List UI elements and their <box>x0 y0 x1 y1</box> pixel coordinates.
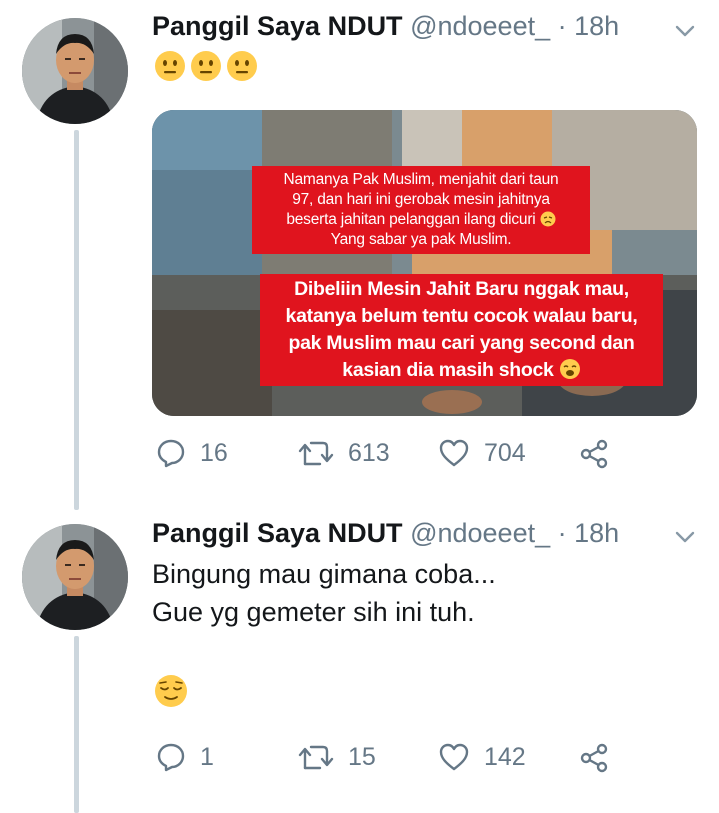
tweet-text-line: Bingung mau gimana coba... <box>152 559 496 589</box>
retweet-icon <box>298 441 334 466</box>
caption-line: katanya belum tentu cocok walau baru, <box>285 305 638 327</box>
reply-icon <box>157 743 185 772</box>
retweet-count: 613 <box>348 438 390 467</box>
avatar[interactable] <box>22 524 128 630</box>
heart-icon <box>439 439 469 467</box>
retweet-button[interactable]: 15 <box>298 742 376 772</box>
neutral-face-icon <box>191 51 221 81</box>
like-button[interactable]: 704 <box>438 438 526 468</box>
share-icon <box>580 743 608 773</box>
share-icon <box>580 439 608 469</box>
retweet-count: 15 <box>348 742 376 771</box>
caption-line: Namanya Pak Muslim, menjahit dari taun <box>283 171 559 188</box>
caption-line: Dibeliin Mesin Jahit Baru nggak mau, <box>294 278 629 300</box>
reply-icon <box>157 439 185 468</box>
tweet-image[interactable]: Namanya Pak Muslim, menjahit dari taun 9… <box>152 110 697 416</box>
caption-line: beserta jahitan pelanggan ilang dicuri <box>256 210 586 230</box>
display-name[interactable]: Panggil Saya NDUT <box>152 11 403 41</box>
tweet-header: Panggil Saya NDUT @ndoeeet_ · 18h <box>152 517 619 549</box>
chevron-down-icon[interactable] <box>674 20 696 42</box>
neutral-face-icon <box>227 51 257 81</box>
reply-button[interactable]: 1 <box>156 742 214 772</box>
tweet-header: Panggil Saya NDUT @ndoeeet_ · 18h <box>152 10 619 42</box>
share-button[interactable] <box>578 438 610 470</box>
thread-connector <box>74 130 79 510</box>
caption-line: Yang sabar ya pak Muslim. <box>330 231 512 248</box>
timestamp[interactable]: · 18h <box>558 518 620 548</box>
tweet-actions: 1 15 142 <box>152 742 622 782</box>
caption-line: 97, dan hari ini gerobak mesin jahitnya <box>292 191 550 208</box>
crying-face-icon <box>559 359 580 379</box>
heart-icon <box>439 743 469 771</box>
retweet-icon <box>298 745 334 770</box>
weary-face-icon <box>540 211 556 227</box>
avatar[interactable] <box>22 18 128 124</box>
relieved-face-icon <box>155 675 187 707</box>
reply-count: 16 <box>200 438 228 467</box>
reply-button[interactable]: 16 <box>156 438 228 468</box>
like-count: 704 <box>484 438 526 467</box>
retweet-button[interactable]: 613 <box>298 438 390 468</box>
caption-line: pak Muslim mau cari yang second dan <box>288 332 635 354</box>
chevron-down-icon[interactable] <box>674 526 696 548</box>
neutral-face-icon <box>155 51 185 81</box>
user-handle[interactable]: @ndoeeet_ <box>410 11 550 41</box>
reply-count: 1 <box>200 742 214 771</box>
caption-bottom: Dibeliin Mesin Jahit Baru nggak mau, kat… <box>260 274 663 386</box>
share-button[interactable] <box>578 742 610 774</box>
display-name[interactable]: Panggil Saya NDUT <box>152 518 403 548</box>
tweet-actions: 16 613 704 <box>152 438 622 478</box>
like-button[interactable]: 142 <box>438 742 526 772</box>
like-count: 142 <box>484 742 526 771</box>
timestamp[interactable]: · 18h <box>558 11 620 41</box>
thread-connector <box>74 636 79 813</box>
tweet-text-line: Gue yg gemeter sih ini tuh. <box>152 597 475 627</box>
user-handle[interactable]: @ndoeeet_ <box>410 518 550 548</box>
tweet-emoji-text <box>154 50 258 82</box>
caption-line: kasian dia masih shock <box>264 357 659 384</box>
caption-top: Namanya Pak Muslim, menjahit dari taun 9… <box>252 166 590 254</box>
